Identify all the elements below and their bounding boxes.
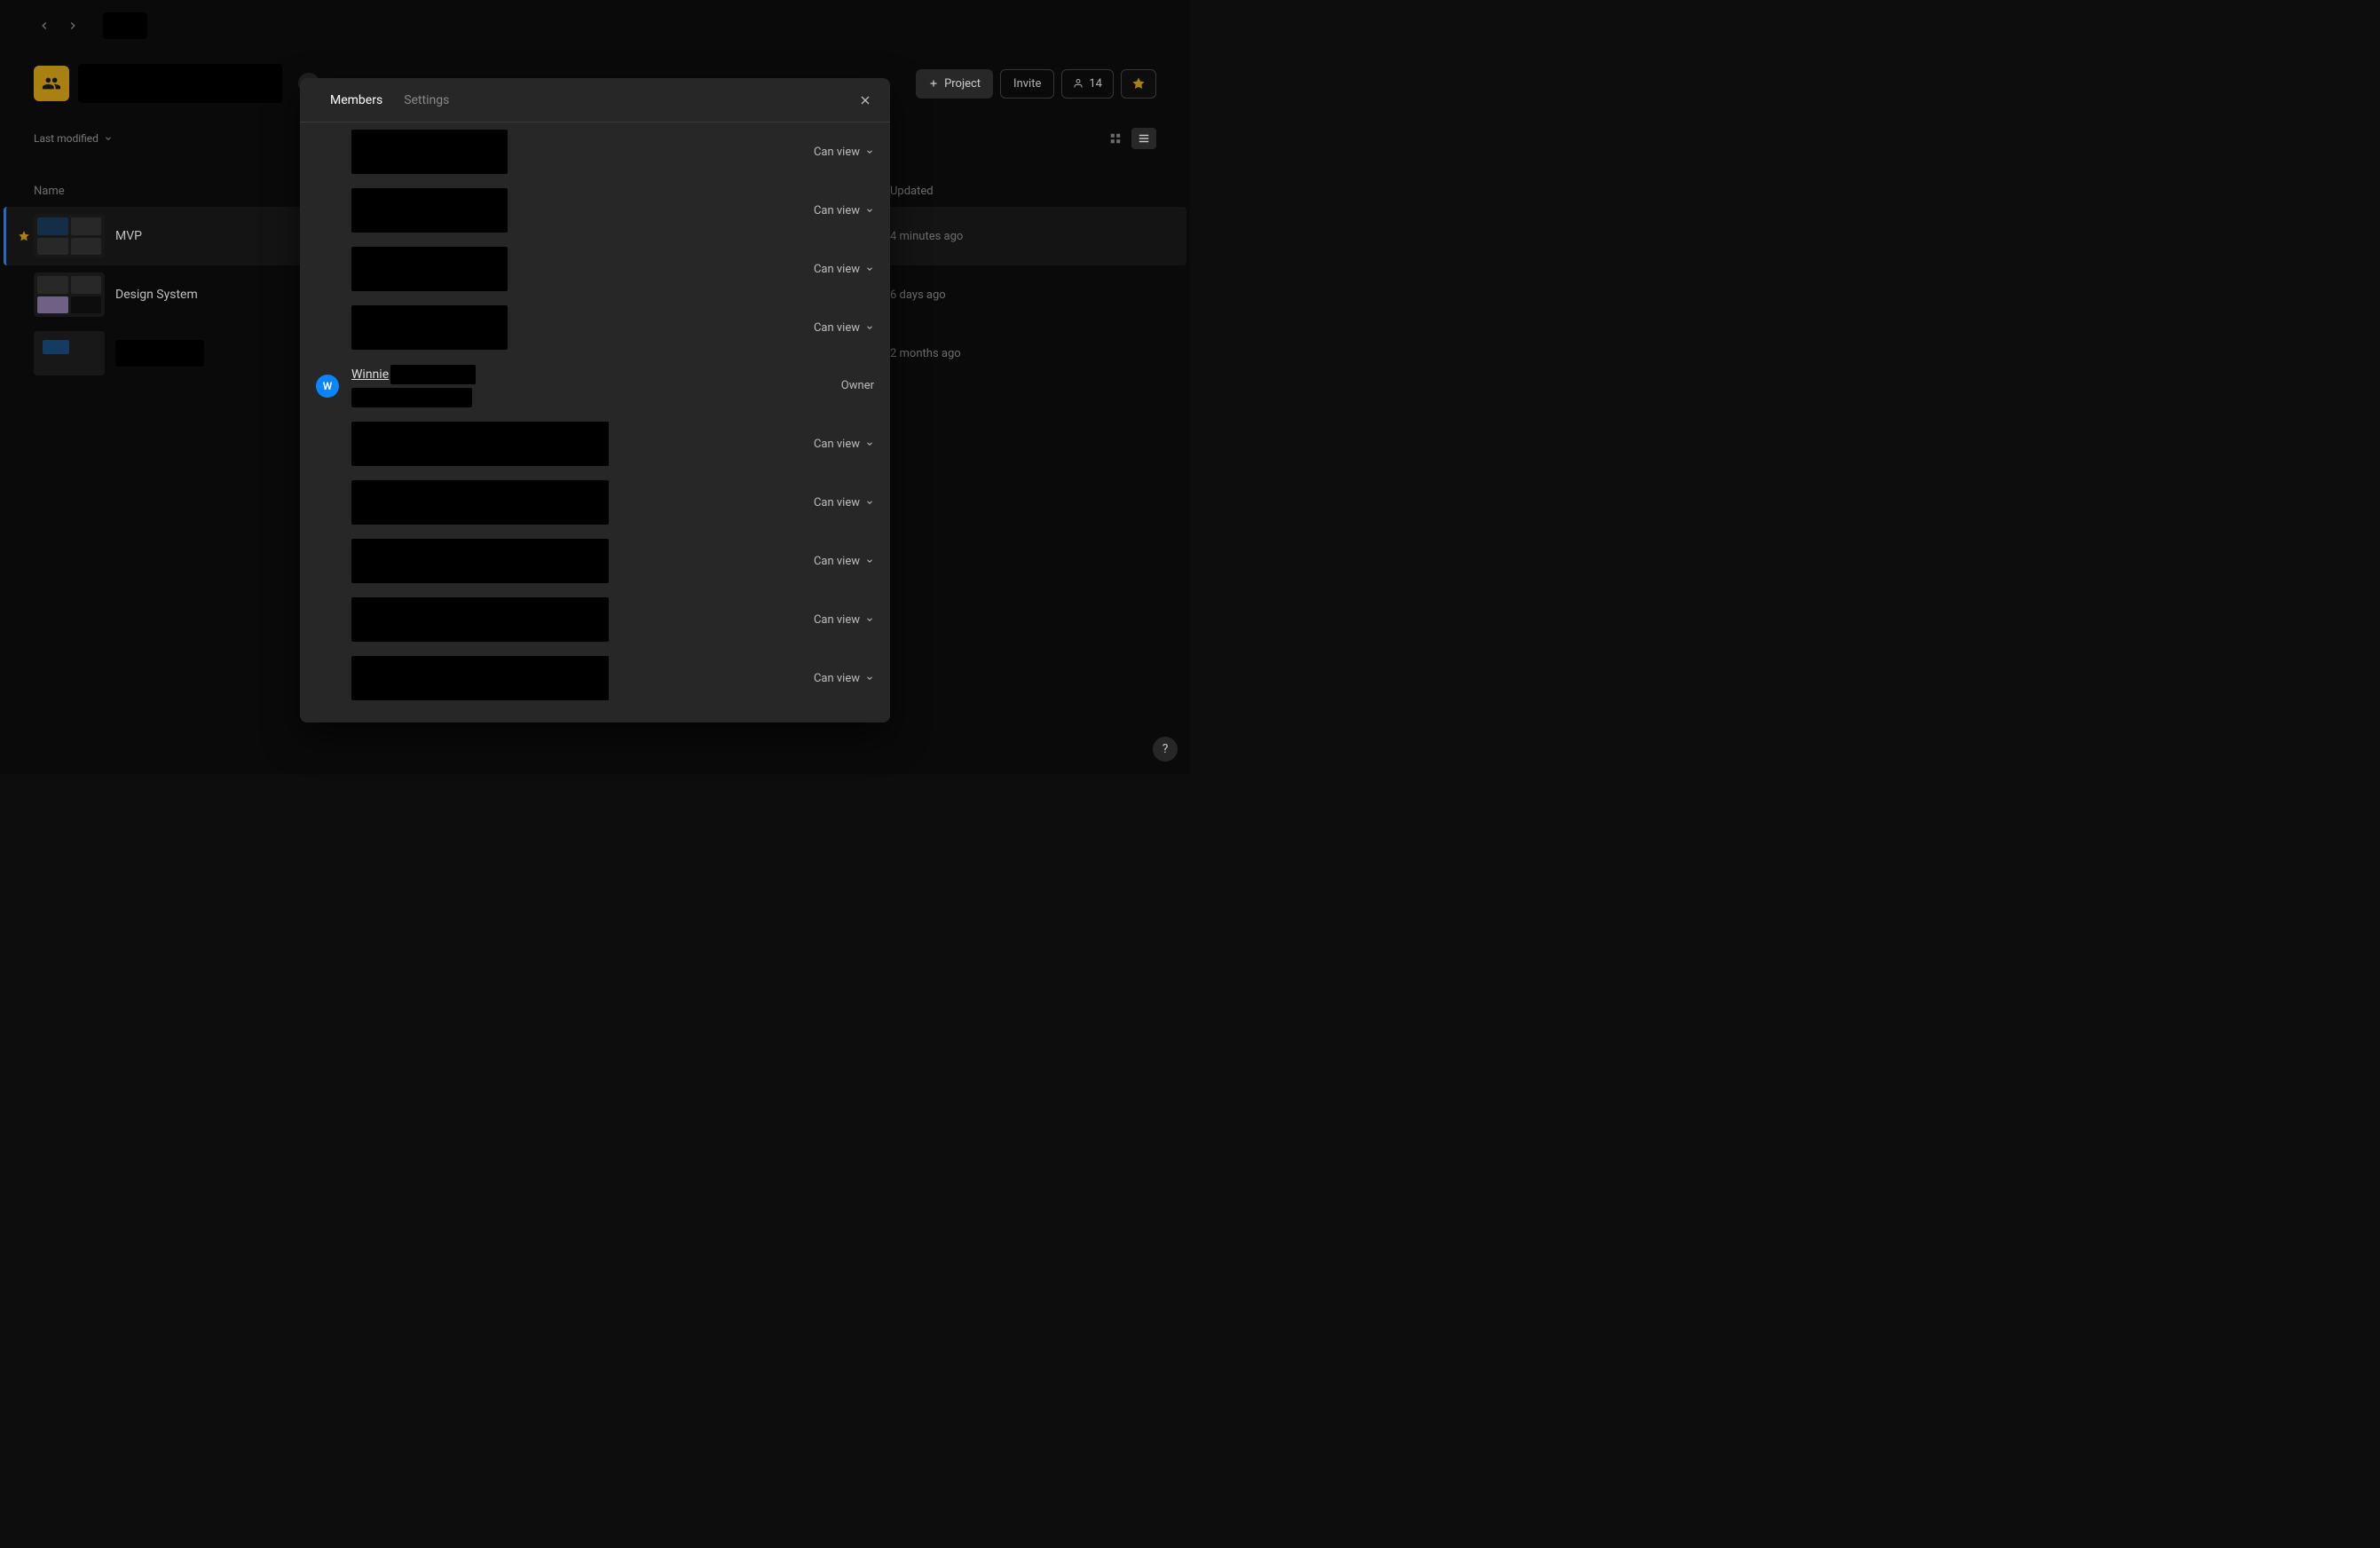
member-row: Can view [316, 122, 874, 181]
modal-backdrop[interactable]: Members Settings Can view Can view Can vie… [0, 0, 1190, 774]
member-row: Can view [316, 532, 874, 590]
member-name-redacted [351, 597, 609, 642]
permission-label: Can view [814, 555, 860, 568]
member-name-redacted [351, 480, 609, 525]
member-row: Can view [316, 415, 874, 473]
permission-dropdown[interactable]: Can view [814, 672, 874, 685]
member-row: Can view [316, 240, 874, 298]
permission-label: Can view [814, 496, 860, 509]
member-name-redacted [351, 656, 609, 700]
chevron-down-icon [865, 615, 874, 624]
tab-settings[interactable]: Settings [404, 78, 449, 122]
tab-members[interactable]: Members [330, 78, 382, 122]
chevron-down-icon [865, 674, 874, 683]
member-name-redacted [351, 305, 508, 350]
permission-dropdown[interactable]: Can view [814, 438, 874, 451]
member-row: Can view [316, 473, 874, 532]
member-name-redacted [351, 422, 609, 466]
permission-owner-label: Owner [841, 379, 874, 392]
permission-dropdown[interactable]: Can view [814, 146, 874, 159]
permission-label: Can view [814, 321, 860, 335]
permission-dropdown[interactable]: Can view [814, 263, 874, 276]
member-name-redacted [390, 365, 476, 384]
permission-dropdown[interactable]: Can view [814, 321, 874, 335]
help-button[interactable]: ? [1153, 737, 1178, 762]
member-row: Can view [316, 649, 874, 707]
permission-dropdown[interactable]: Can view [814, 204, 874, 217]
help-icon: ? [1162, 742, 1169, 756]
permission-dropdown[interactable]: Can view [814, 613, 874, 627]
member-name-redacted [351, 188, 508, 233]
member-row: Can view [316, 590, 874, 649]
permission-label: Can view [814, 146, 860, 159]
chevron-down-icon [865, 557, 874, 565]
permission-label: Can view [814, 672, 860, 685]
permission-label: Can view [814, 204, 860, 217]
permission-label: Can view [814, 613, 860, 627]
permission-label: Can view [814, 263, 860, 276]
avatar: W [316, 375, 339, 398]
chevron-down-icon [865, 206, 874, 215]
members-modal: Members Settings Can view Can view Can vie… [300, 78, 890, 723]
chevron-down-icon [865, 439, 874, 448]
chevron-down-icon [865, 147, 874, 156]
member-name[interactable]: Winnie [351, 367, 389, 382]
member-row: W Winnie Owner [316, 357, 874, 415]
member-row: Can view [316, 298, 874, 357]
member-row: Can view [316, 181, 874, 240]
member-name-redacted [351, 539, 609, 583]
chevron-down-icon [865, 265, 874, 273]
chevron-down-icon [865, 498, 874, 507]
member-email-redacted [351, 388, 472, 407]
permission-dropdown[interactable]: Can view [814, 496, 874, 509]
permission-dropdown[interactable]: Can view [814, 555, 874, 568]
chevron-down-icon [865, 323, 874, 332]
permission-label: Can view [814, 438, 860, 451]
member-name-redacted [351, 130, 508, 174]
member-name-redacted [351, 247, 508, 291]
close-icon[interactable] [855, 90, 876, 111]
